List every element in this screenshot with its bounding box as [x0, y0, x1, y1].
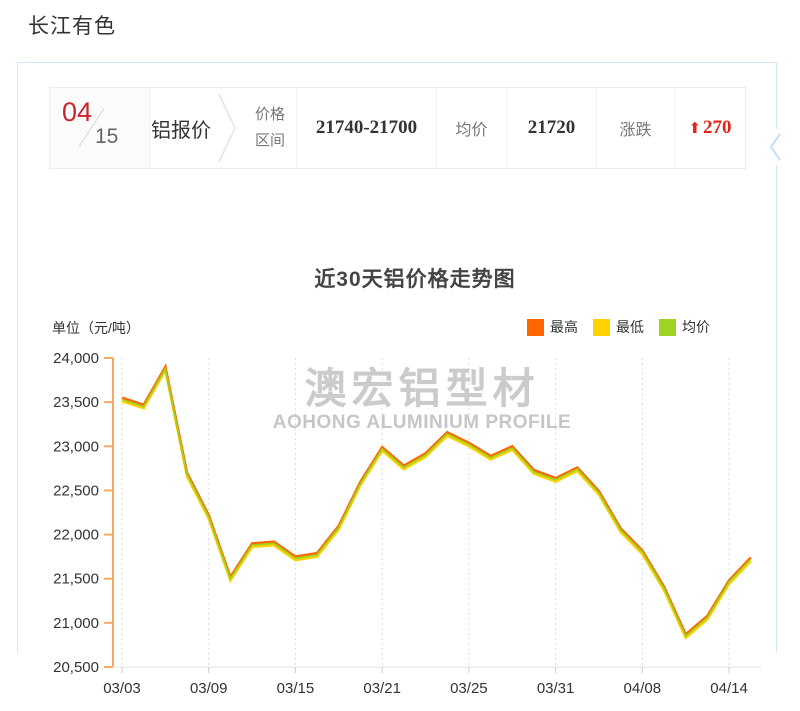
watermark-en: AOHONG ALUMINIUM PROFILE [273, 412, 571, 433]
x-tick-label: 03/21 [363, 680, 401, 697]
page-title: 长江有色 [28, 10, 116, 40]
quote-bar: 04 15 铝报价 价格 区间 21740-21700 均价 21720 涨跌 … [49, 87, 746, 169]
price-range-label-line2: 区间 [255, 128, 285, 154]
y-tick-label: 22,500 [53, 482, 99, 499]
quote-date-day: 15 [95, 125, 118, 149]
quote-date-month: 04 [62, 97, 92, 128]
chevron-right-separator-icon [212, 88, 244, 168]
price-range-value: 21740-21700 [316, 117, 417, 139]
carousel-prev-button[interactable] [765, 129, 785, 165]
x-tick-label: 04/14 [710, 680, 748, 697]
change-label: 涨跌 [596, 88, 674, 168]
y-tick-label: 20,500 [53, 659, 99, 676]
price-range-label: 价格 区间 [244, 88, 296, 168]
content-panel: 04 15 铝报价 价格 区间 21740-21700 均价 21720 涨跌 … [17, 62, 777, 653]
avg-price-label: 均价 [436, 88, 506, 168]
x-tick-label: 03/15 [277, 680, 315, 697]
x-tick-label: 04/08 [624, 680, 662, 697]
up-arrow-icon: ⬆ [688, 121, 701, 136]
y-tick-label: 23,000 [53, 438, 99, 455]
y-tick-label: 21,500 [53, 571, 99, 588]
change-value: 270 [703, 117, 732, 139]
y-tick-label: 22,000 [53, 527, 99, 544]
price-range-label-line1: 价格 [255, 102, 285, 128]
y-tick-label: 23,500 [53, 394, 99, 411]
chevron-left-icon[interactable] [767, 131, 783, 163]
x-tick-label: 03/09 [190, 680, 228, 697]
x-tick-label: 03/03 [103, 680, 141, 697]
x-tick-label: 03/31 [537, 680, 575, 697]
y-tick-label: 24,000 [53, 350, 99, 367]
watermark-cn: 澳宏铝型材 [304, 365, 539, 412]
chart-title: 近30天铝价格走势图 [35, 263, 795, 293]
price-trend-chart: 澳宏铝型材AOHONG ALUMINIUM PROFILE 24,000 23,50… [38, 311, 783, 711]
avg-price-value: 21720 [528, 117, 576, 139]
y-tick-label: 21,000 [53, 615, 99, 632]
quote-date: 04 15 [50, 88, 150, 168]
product-name: 铝报价 [150, 88, 212, 168]
change-badge: ⬆ 270 [674, 88, 745, 168]
x-tick-label: 03/25 [450, 680, 488, 697]
